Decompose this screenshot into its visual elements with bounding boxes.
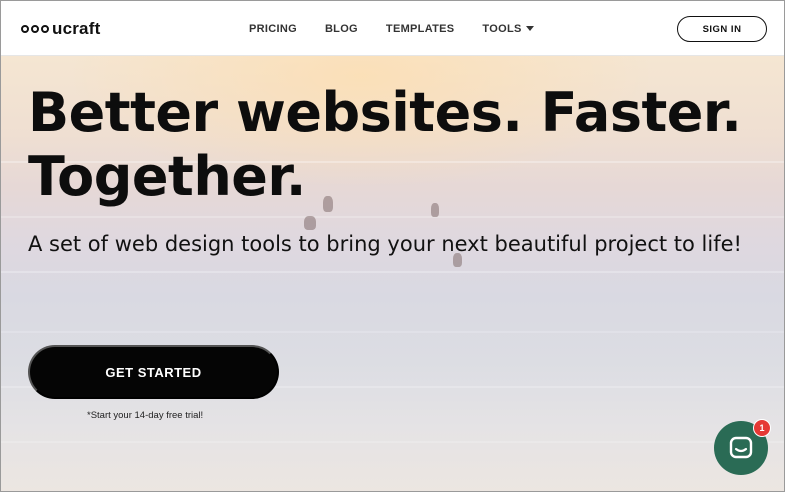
nav-item-label: TEMPLATES	[385, 22, 455, 35]
notification-badge: 1	[753, 419, 771, 437]
nav-item-templates[interactable]: TEMPLATES	[386, 23, 455, 35]
three-circles-logo-icon	[21, 25, 49, 33]
hero-headline: Better websites. Faster. Together.	[28, 81, 748, 209]
logo-circle	[21, 25, 29, 33]
nav-item-pricing[interactable]: PRICING	[249, 23, 297, 35]
background-wave	[1, 271, 784, 273]
logo-circle	[41, 25, 49, 33]
background-wave	[1, 216, 784, 218]
get-started-button[interactable]: GET STARTED	[28, 345, 279, 399]
brand-logo[interactable]: ucraft	[21, 18, 100, 40]
chat-bubble-icon	[729, 436, 753, 459]
brand-name: ucraft	[52, 19, 101, 38]
nav-item-blog[interactable]: BLOG	[325, 23, 358, 35]
hero-headline-line: Together.	[28, 145, 306, 208]
hero-subheadline: A set of web design tools to bring your …	[28, 232, 742, 256]
hero-section: Better websites. Faster. Together. A set…	[1, 56, 784, 491]
logo-circle	[31, 25, 39, 33]
sign-in-button[interactable]: SIGN IN	[677, 16, 767, 42]
nav-item-label: PRICING	[249, 22, 297, 35]
nav-item-tools[interactable]: TOOLS	[482, 22, 534, 35]
trial-note: *Start your 14-day free trial!	[87, 410, 204, 421]
background-wave	[1, 331, 784, 333]
caret-down-icon	[525, 26, 534, 31]
main-nav: PRICING BLOG TEMPLATES TOOLS	[249, 1, 562, 56]
background-wave	[1, 441, 784, 443]
nav-item-label: TOOLS	[482, 22, 522, 35]
hero-headline-line: Better websites. Faster.	[28, 81, 742, 144]
nav-item-label: BLOG	[324, 22, 358, 35]
site-header: ucraft PRICING BLOG TEMPLATES TOOLS SIGN…	[1, 1, 784, 56]
page-frame: ucraft PRICING BLOG TEMPLATES TOOLS SIGN…	[0, 0, 785, 492]
